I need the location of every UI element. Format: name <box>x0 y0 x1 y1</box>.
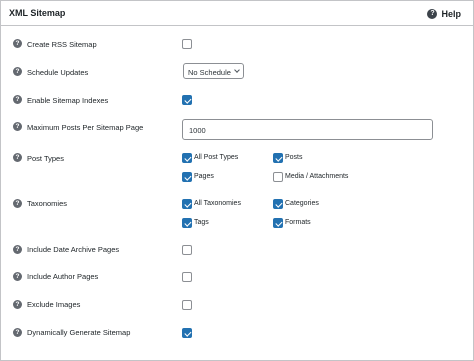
max-posts-input[interactable]: 1000 <box>182 119 433 140</box>
post-type-all-label: All Post Types <box>194 154 239 161</box>
setting-label-dynamic-sitemap: Dynamically Generate Sitemap <box>27 328 131 337</box>
include-date-archive-checkbox[interactable] <box>182 245 192 255</box>
exclude-images-checkbox[interactable] <box>182 300 192 310</box>
help-tooltip-icon[interactable]: ? <box>13 39 22 48</box>
taxonomy-formats-label: Formats <box>285 219 311 226</box>
setting-label-include-date-archive: Include Date Archive Pages <box>27 245 120 254</box>
setting-label-taxonomies: Taxonomies <box>27 199 68 208</box>
post-type-media-label: Media / Attachments <box>285 173 349 180</box>
setting-label-post-types: Post Types <box>27 154 64 163</box>
post-type-posts-checkbox[interactable] <box>273 153 283 163</box>
help-label: Help <box>441 8 461 19</box>
help-tooltip-icon[interactable]: ? <box>13 153 22 162</box>
setting-label-create-rss-sitemap: Create RSS Sitemap <box>27 40 97 49</box>
help-tooltip-icon[interactable]: ? <box>13 199 22 208</box>
max-posts-value: 1000 <box>189 126 206 135</box>
taxonomy-all-checkbox[interactable] <box>182 199 192 209</box>
setting-label-exclude-images: Exclude Images <box>27 300 81 309</box>
taxonomy-tags-label: Tags <box>194 219 209 226</box>
create-rss-sitemap-checkbox[interactable] <box>182 39 192 49</box>
taxonomy-tags-checkbox[interactable] <box>182 218 192 228</box>
chevron-down-icon <box>234 67 240 73</box>
post-type-all-checkbox[interactable] <box>182 153 192 163</box>
schedule-updates-value: No Schedule <box>188 67 231 77</box>
help-tooltip-icon[interactable]: ? <box>13 272 22 281</box>
taxonomy-categories-checkbox[interactable] <box>273 199 283 209</box>
dynamic-sitemap-checkbox[interactable] <box>182 328 192 338</box>
setting-label-include-author-pages: Include Author Pages <box>27 272 99 281</box>
help-tooltip-icon[interactable]: ? <box>13 328 22 337</box>
help-tooltip-icon[interactable]: ? <box>13 95 22 104</box>
help-tooltip-icon[interactable]: ? <box>13 245 22 254</box>
setting-label-max-posts: Maximum Posts Per Sitemap Page <box>27 123 144 132</box>
post-type-pages-label: Pages <box>194 173 214 180</box>
panel-title: XML Sitemap <box>9 8 66 18</box>
setting-label-schedule-updates: Schedule Updates <box>27 68 89 77</box>
xml-sitemap-panel: XML Sitemap ? Help ? Create RSS Sitemap … <box>0 0 474 361</box>
taxonomy-categories-label: Categories <box>285 200 319 207</box>
panel-header: XML Sitemap ? Help <box>1 1 473 26</box>
taxonomy-all-label: All Taxonomies <box>194 200 241 207</box>
post-type-posts-label: Posts <box>285 154 303 161</box>
taxonomy-formats-checkbox[interactable] <box>273 218 283 228</box>
help-button[interactable]: ? Help <box>427 7 461 20</box>
include-author-pages-checkbox[interactable] <box>182 272 192 282</box>
schedule-updates-select[interactable]: No Schedule <box>183 63 244 79</box>
setting-label-enable-sitemap-indexes: Enable Sitemap Indexes <box>27 96 109 105</box>
help-tooltip-icon[interactable]: ? <box>13 67 22 76</box>
post-type-media-checkbox[interactable] <box>273 172 283 182</box>
help-tooltip-icon[interactable]: ? <box>13 122 22 131</box>
question-circle-icon: ? <box>427 8 438 19</box>
post-type-pages-checkbox[interactable] <box>182 172 192 182</box>
help-tooltip-icon[interactable]: ? <box>13 300 22 309</box>
enable-sitemap-indexes-checkbox[interactable] <box>182 95 192 105</box>
